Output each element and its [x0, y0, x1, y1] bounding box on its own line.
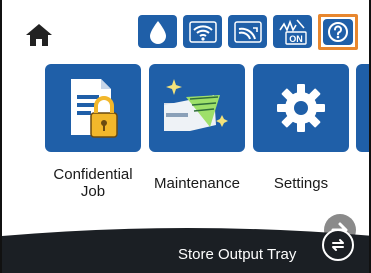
wifi-direct-status-button[interactable] — [228, 15, 267, 48]
app-maintenance[interactable]: Maintenance — [147, 64, 247, 192]
swap-arrows-icon — [332, 239, 344, 251]
help-icon — [328, 22, 348, 42]
settings-label: Settings — [273, 175, 329, 192]
ink-status-button[interactable] — [138, 15, 177, 48]
quiet-mode-badge: ON — [289, 34, 303, 44]
help-tile — [323, 19, 353, 45]
maintenance-icon — [164, 79, 228, 131]
confidential-job-icon — [71, 79, 118, 138]
maintenance-tile[interactable] — [149, 64, 245, 152]
home-button[interactable] — [24, 22, 54, 48]
quiet-mode-button[interactable]: ON — [273, 15, 312, 48]
wifi-direct-icon — [233, 20, 262, 43]
gear-icon — [277, 84, 325, 132]
tray-toggle-button[interactable] — [322, 229, 354, 261]
store-output-tray-bar[interactable]: Store Output Tray — [2, 224, 369, 273]
wifi-icon — [188, 20, 217, 43]
next-app-tile-partial[interactable] — [356, 64, 369, 152]
confidential-job-label: Confidential Job — [53, 166, 133, 200]
ink-drop-icon — [149, 20, 166, 44]
help-button[interactable] — [318, 14, 358, 50]
printer-control-panel: ON Confidential Job Maintenance Settings… — [0, 0, 371, 273]
app-settings[interactable]: Settings — [251, 64, 351, 192]
confidential-job-tile[interactable] — [45, 64, 141, 152]
store-output-tray-label: Store Output Tray — [178, 246, 297, 263]
status-bar: ON — [138, 14, 358, 51]
maintenance-label: Maintenance — [154, 175, 240, 192]
home-icon — [26, 24, 52, 46]
quiet-mode-on-icon: ON — [278, 18, 307, 45]
app-carousel: Confidential Job Maintenance Settings — [2, 64, 369, 246]
wifi-status-button[interactable] — [183, 15, 222, 48]
app-confidential-job[interactable]: Confidential Job — [43, 64, 143, 200]
settings-tile[interactable] — [253, 64, 349, 152]
